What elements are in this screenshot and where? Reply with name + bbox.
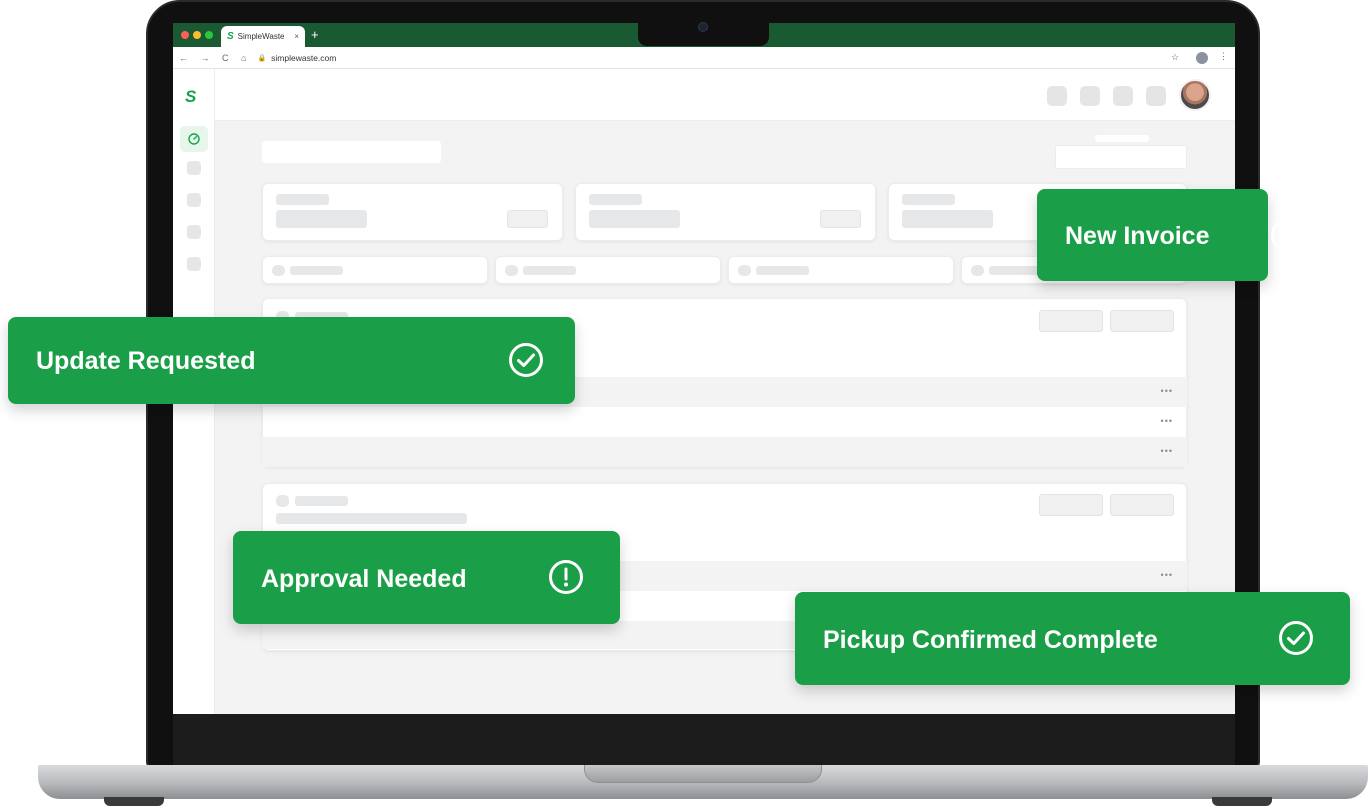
url-field[interactable]: simplewaste.com — [271, 53, 336, 63]
toast-pickup-confirmed-complete[interactable]: Pickup Confirmed Complete — [795, 592, 1350, 685]
stat-action-button[interactable] — [507, 210, 548, 228]
filter-chip[interactable] — [495, 256, 721, 284]
sidebar-item-placeholder[interactable] — [187, 161, 201, 175]
browser-tab-simplewaste[interactable]: S SimpleWaste × — [221, 26, 305, 47]
new-tab-button[interactable]: + — [311, 27, 319, 42]
section-title-placeholder — [295, 496, 348, 506]
toast-approval-needed[interactable]: Approval Needed — [233, 531, 620, 624]
filter-icon — [272, 265, 285, 276]
filter-label-placeholder — [523, 266, 576, 275]
stat-label-placeholder — [276, 194, 329, 205]
filter-label-placeholder — [290, 266, 343, 275]
date-range-picker[interactable] — [1055, 145, 1187, 169]
filter-chip[interactable] — [728, 256, 954, 284]
filter-chip[interactable] — [262, 256, 488, 284]
bookmark-star-icon[interactable]: ☆ — [1171, 52, 1179, 63]
sidebar-item-dashboard[interactable] — [180, 126, 208, 152]
filter-icon — [971, 265, 984, 276]
table-row[interactable]: ••• — [262, 407, 1187, 437]
dashboard-gauge-icon — [188, 133, 200, 145]
browser-profile-icon[interactable] — [1196, 52, 1208, 64]
header-action-placeholder[interactable] — [1047, 86, 1067, 106]
laptop-foot-right — [1212, 797, 1272, 806]
row-menu-icon[interactable]: ••• — [1161, 416, 1173, 426]
toast-new-invoice[interactable]: New Invoice — [1037, 189, 1305, 281]
stat-label-placeholder — [589, 194, 642, 205]
sidebar-item-placeholder[interactable] — [187, 225, 201, 239]
sidebar-item-placeholder[interactable] — [187, 257, 201, 271]
section-subtitle-placeholder — [276, 513, 467, 524]
filter-icon — [505, 265, 518, 276]
header-action-placeholder[interactable] — [1146, 86, 1166, 106]
check-circle-icon — [1279, 621, 1313, 655]
card-action-button[interactable] — [1110, 494, 1174, 516]
filter-label-placeholder — [756, 266, 809, 275]
check-circle-icon — [509, 343, 543, 377]
date-label-placeholder — [1095, 135, 1149, 142]
card-action-button[interactable] — [1039, 310, 1103, 332]
stat-label-placeholder — [902, 194, 955, 205]
toast-label: New Invoice — [1065, 222, 1210, 250]
laptop-base-notch — [584, 765, 822, 783]
browser-nav-buttons[interactable]: ← → C ⌂ — [179, 53, 251, 63]
exclamation-circle-icon — [1271, 218, 1305, 252]
user-avatar[interactable] — [1179, 79, 1211, 111]
toast-label: Pickup Confirmed Complete — [823, 626, 1158, 654]
exclamation-circle-icon — [549, 560, 583, 594]
toast-label: Approval Needed — [261, 565, 467, 593]
app-header — [215, 69, 1235, 121]
tab-favicon-icon: S — [227, 31, 234, 42]
camera-notch — [638, 22, 769, 46]
camera-icon — [698, 22, 708, 32]
simplewaste-logo[interactable]: S — [185, 87, 196, 107]
toast-update-requested[interactable]: Update Requested — [8, 317, 575, 404]
page-title-placeholder — [262, 141, 441, 163]
card-action-button[interactable] — [1110, 310, 1174, 332]
window-minimize-dot[interactable] — [193, 31, 201, 39]
window-zoom-dot[interactable] — [205, 31, 213, 39]
sidebar-item-placeholder[interactable] — [187, 193, 201, 207]
section-icon-placeholder — [276, 495, 289, 507]
header-action-placeholder[interactable] — [1080, 86, 1100, 106]
stat-card — [262, 183, 563, 241]
row-menu-icon[interactable]: ••• — [1161, 570, 1173, 580]
tab-title: SimpleWaste — [237, 32, 285, 41]
filter-label-placeholder — [989, 266, 1042, 275]
stat-action-button[interactable] — [820, 210, 861, 228]
browser-address-bar: ← → C ⌂ 🔒 simplewaste.com ☆ ⋮ — [173, 47, 1235, 69]
stat-card — [575, 183, 876, 241]
row-menu-icon[interactable]: ••• — [1161, 446, 1173, 456]
lock-icon: 🔒 — [257, 54, 267, 62]
stat-value-placeholder — [589, 210, 680, 228]
header-action-placeholder[interactable] — [1113, 86, 1133, 106]
window-close-dot[interactable] — [181, 31, 189, 39]
laptop-foot-left — [104, 797, 164, 806]
stat-value-placeholder — [276, 210, 367, 228]
toast-label: Update Requested — [36, 347, 256, 375]
row-menu-icon[interactable]: ••• — [1161, 386, 1173, 396]
table-row[interactable]: ••• — [262, 437, 1187, 467]
tab-close-icon[interactable]: × — [294, 32, 299, 41]
filter-icon — [738, 265, 751, 276]
browser-menu-icon[interactable]: ⋮ — [1219, 51, 1228, 62]
marketing-stage: S SimpleWaste × + ← → C ⌂ 🔒 simplewaste.… — [0, 0, 1368, 806]
card-action-button[interactable] — [1039, 494, 1103, 516]
stat-value-placeholder — [902, 210, 993, 228]
laptop-bezel-bottom — [173, 714, 1235, 766]
